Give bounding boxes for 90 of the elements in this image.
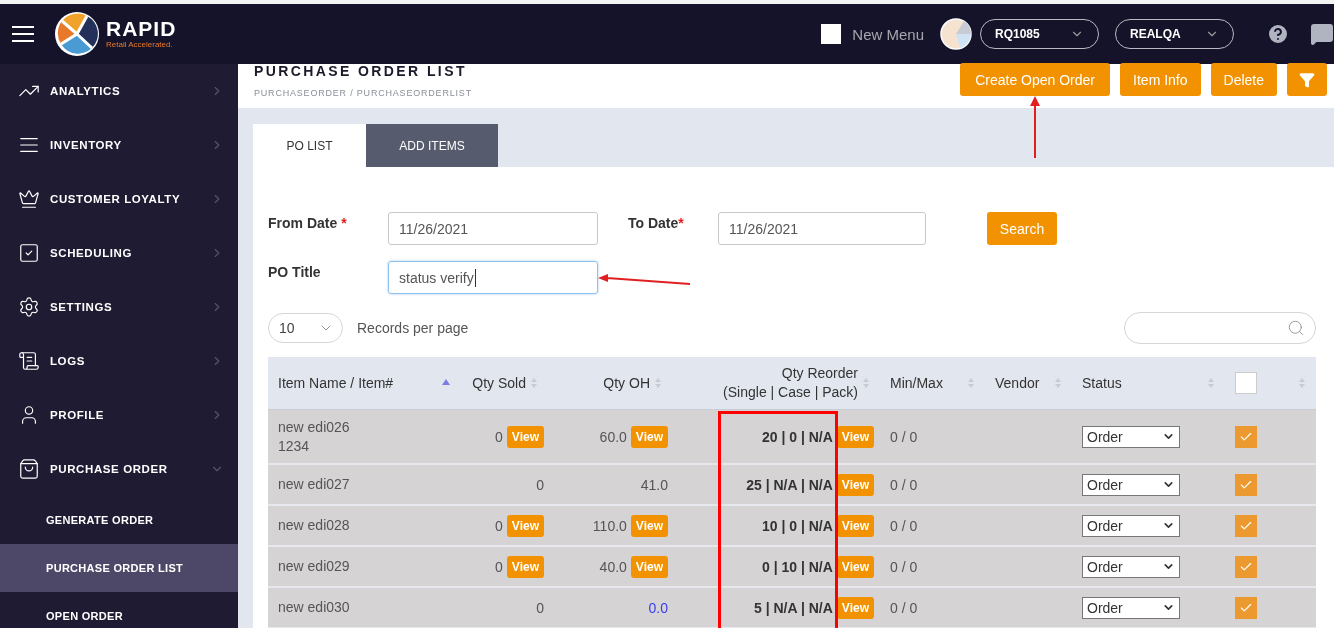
filter-button[interactable] [1287, 63, 1327, 96]
filter-icon [1299, 71, 1315, 88]
document-icon [18, 350, 40, 372]
table-cell: 0.0 [548, 588, 672, 628]
table-cell: 0 / 0 [880, 506, 985, 547]
status-select[interactable]: Order [1082, 596, 1180, 619]
menu-icon[interactable] [12, 26, 34, 42]
table-cell: 0 / 0 [880, 547, 985, 588]
status-select[interactable]: Order [1082, 514, 1180, 537]
avatar-icon[interactable] [940, 18, 972, 50]
field-label: From Date * [268, 214, 348, 231]
sidebar-subitem[interactable]: PURCHASE ORDER LIST [0, 544, 238, 592]
table-cell: new edi029 [268, 547, 460, 588]
column-header[interactable]: Item Name / Item# [268, 357, 460, 410]
table-cell: 41.0 [548, 465, 672, 506]
checkbox-icon [18, 242, 40, 264]
table-cell: new edi030 [268, 588, 460, 628]
sidebar-subitem[interactable]: GENERATE ORDER [0, 496, 238, 544]
chat-icon[interactable] [1310, 21, 1334, 47]
date-field[interactable]: 11/26/2021 [388, 212, 598, 245]
table-cell: 0 View [460, 410, 548, 465]
sidebar-item[interactable]: SETTINGS [0, 280, 238, 334]
sort-icon[interactable] [1298, 377, 1306, 389]
sidebar-item[interactable]: SCHEDULING [0, 226, 238, 280]
settings-icon [18, 296, 40, 318]
table-cell: 25 | N/A | N/A View [672, 465, 880, 506]
sort-icon[interactable] [530, 377, 538, 389]
status-select[interactable]: Order [1082, 425, 1180, 448]
search-icon [1287, 319, 1305, 337]
table-cell: new edi026 1234 [268, 410, 460, 465]
tab[interactable]: ADD ITEMS [366, 124, 498, 167]
table-cell: new edi028 [268, 506, 460, 547]
row-checkbox[interactable] [1235, 596, 1257, 619]
sidebar-item[interactable]: PROFILE [0, 388, 238, 442]
sort-icon[interactable] [1054, 377, 1062, 389]
table-cell: 0 / 0 [880, 588, 985, 628]
table-cell: 20 | 0 | N/A View [672, 410, 880, 465]
table-cell: 0 View [460, 506, 548, 547]
new-menu-label: New Menu [852, 25, 924, 43]
title-field[interactable]: status verify [388, 261, 598, 294]
date-field[interactable]: 11/26/2021 [718, 212, 926, 245]
status-select[interactable]: Order [1082, 555, 1180, 578]
logo-tagline: Retail Accelerated. [106, 40, 174, 50]
table-cell: 10 | 0 | N/A View [672, 506, 880, 547]
row-checkbox[interactable] [1235, 425, 1257, 448]
page-title: PURCHASE ORDER LIST [254, 64, 468, 78]
select-all-checkbox[interactable] [1235, 372, 1257, 394]
table-cell: 5 | N/A | N/A View [672, 588, 880, 628]
column-header[interactable] [1225, 357, 1316, 410]
table-cell: 0 | 10 | N/A View [672, 547, 880, 588]
table-cell: 0 / 0 [880, 410, 985, 465]
logo-name: RAPID [106, 18, 177, 40]
sidebar-item[interactable]: CUSTOMER LOYALTY [0, 172, 238, 226]
sort-icon[interactable] [1207, 377, 1215, 389]
table-cell: 0 View [460, 547, 548, 588]
field-label: PO Title [268, 263, 322, 280]
field-label: To Date* [628, 214, 685, 231]
sidebar-item[interactable]: LOGS [0, 334, 238, 388]
sort-icon[interactable] [862, 377, 870, 389]
new-menu-checkbox[interactable] [821, 24, 842, 44]
table-cell: 0 [460, 465, 548, 506]
column-header[interactable]: Qty Sold [460, 357, 548, 410]
bag-icon [18, 458, 40, 480]
column-header[interactable]: Status [1072, 357, 1225, 410]
table-cell: 110.0 View [548, 506, 672, 547]
records-label: Records per page [357, 320, 469, 336]
table-cell: 60.0 View [548, 410, 672, 465]
row-checkbox[interactable] [1235, 514, 1257, 537]
breadcrumb: PURCHASEORDER / PURCHASEORDERLIST [254, 88, 472, 98]
column-header[interactable]: Qty Reorder (Single | Case | Pack) [672, 357, 880, 410]
sidebar-item[interactable]: PURCHASE ORDER [0, 442, 238, 496]
column-header[interactable]: Min/Max [880, 357, 985, 410]
table-cell: new edi027 [268, 465, 460, 506]
column-header[interactable]: Qty OH [548, 357, 672, 410]
logo-icon [54, 11, 100, 57]
sidebar-item[interactable]: ANALYTICS [0, 64, 238, 118]
crown-icon [18, 188, 40, 210]
sidebar-item[interactable]: INVENTORY [0, 118, 238, 172]
row-checkbox[interactable] [1235, 555, 1257, 578]
table-cell: 40.0 View [548, 547, 672, 588]
row-checkbox[interactable] [1235, 473, 1257, 496]
table-cell: 0 / 0 [880, 465, 985, 506]
help-icon[interactable] [1266, 22, 1290, 46]
sort-icon[interactable] [967, 377, 975, 389]
status-select[interactable]: Order [1082, 473, 1180, 496]
column-header[interactable]: Vendor [985, 357, 1072, 410]
table-cell: 0 [460, 588, 548, 628]
tab[interactable]: PO LIST [253, 124, 366, 167]
sort-icon[interactable] [654, 377, 662, 389]
sidebar-subitem[interactable]: OPEN ORDER [0, 592, 238, 628]
